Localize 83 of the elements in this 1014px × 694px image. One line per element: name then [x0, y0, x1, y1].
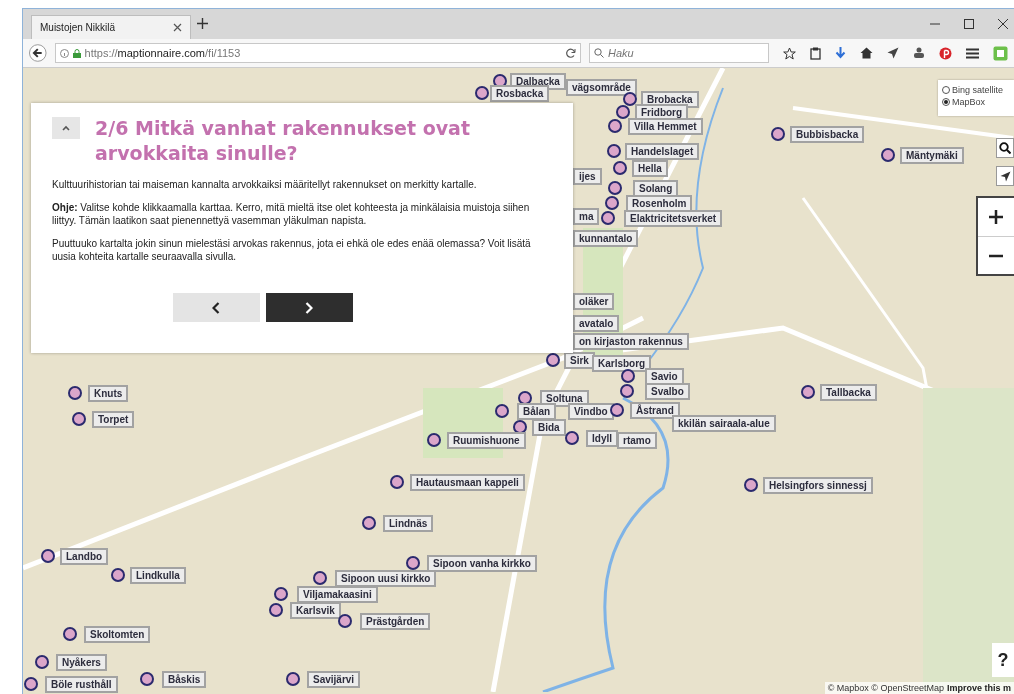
- locate-button[interactable]: [996, 166, 1014, 186]
- marker-label[interactable]: Lindkulla: [130, 567, 186, 584]
- marker-label[interactable]: Mäntymäki: [900, 147, 964, 164]
- marker-label[interactable]: Ruumishuone: [447, 432, 526, 449]
- marker-label[interactable]: Helsingfors sinnessj: [763, 477, 873, 494]
- send-icon[interactable]: [887, 47, 899, 59]
- marker-label[interactable]: Hella: [632, 160, 668, 177]
- marker-label[interactable]: Handelslaget: [625, 143, 700, 160]
- marker-label[interactable]: Viljamakaasini: [297, 586, 378, 603]
- close-icon[interactable]: [173, 23, 182, 32]
- marker-label[interactable]: kunnantalo: [573, 230, 639, 247]
- marker-label[interactable]: Idyll: [586, 430, 618, 447]
- marker-label[interactable]: Vindbo: [568, 403, 614, 420]
- menu-icon[interactable]: [966, 47, 979, 59]
- browser-tab[interactable]: Muistojen Nikkilä: [31, 15, 191, 39]
- plus-icon[interactable]: [197, 18, 208, 29]
- marker-label[interactable]: Tallbacka: [820, 384, 877, 401]
- marker-label[interactable]: on kirjaston rakennus: [573, 333, 689, 350]
- marker-label[interactable]: Skoltomten: [84, 626, 151, 643]
- search-icon: [999, 142, 1011, 154]
- improve-map-link[interactable]: Improve this m: [947, 683, 1011, 693]
- marker-label[interactable]: Villa Hemmet: [628, 118, 703, 135]
- marker-label[interactable]: Sirk: [564, 352, 595, 369]
- radio-button[interactable]: [942, 98, 950, 106]
- home-icon[interactable]: [860, 47, 873, 59]
- marker-label[interactable]: Savijärvi: [307, 671, 361, 688]
- question-title: 2/6 Mitkä vanhat rakennukset ovat arvokkaita sinulle?: [95, 116, 471, 166]
- star-icon[interactable]: [783, 46, 796, 60]
- marker-label[interactable]: Elaktricitetsverket: [624, 210, 723, 227]
- download-icon[interactable]: [835, 46, 846, 60]
- marker-label[interactable]: rtamo: [617, 432, 657, 449]
- marker-label[interactable]: vägsområde: [566, 79, 637, 96]
- maximize-icon[interactable]: [964, 19, 974, 29]
- chevron-left-icon: [212, 301, 220, 314]
- marker-label[interactable]: Hautausmaan kappeli: [410, 474, 525, 491]
- info-icon[interactable]: [59, 48, 69, 58]
- layer-label: MapBox: [952, 97, 986, 107]
- search-field[interactable]: Haku: [589, 43, 769, 63]
- marker-label[interactable]: Nyåkers: [56, 654, 107, 671]
- marker-label[interactable]: Landbo: [60, 548, 109, 565]
- instruction-text: Kulttuurihistorian tai maiseman kannalta arvokkaiksi määritellyt rakennukset on merkitty kartalle.: [52, 178, 478, 191]
- marker-label[interactable]: Bida: [532, 419, 566, 436]
- pin-icon[interactable]: [939, 46, 952, 60]
- map-attribution: © Mapbox © OpenStreetMap: [827, 683, 944, 693]
- next-button[interactable]: [265, 293, 353, 322]
- marker-label[interactable]: Rosbacka: [490, 85, 550, 102]
- help-button[interactable]: ?: [992, 643, 1014, 677]
- marker-label[interactable]: Åstrand: [630, 402, 680, 419]
- layer-label: Bing satellite: [952, 85, 1004, 95]
- marker-label[interactable]: avatalo: [573, 315, 620, 332]
- marker-label[interactable]: Lindnäs: [383, 515, 434, 532]
- marker-label[interactable]: Torpet: [92, 411, 135, 428]
- marker-label[interactable]: Bålan: [517, 403, 557, 420]
- send-icon: [999, 170, 1011, 182]
- search-button[interactable]: [996, 138, 1014, 158]
- marker-label[interactable]: Karlsborg: [592, 355, 652, 372]
- search-icon: [594, 48, 604, 58]
- marker-label[interactable]: Båskis: [162, 671, 207, 688]
- reload-icon[interactable]: [566, 48, 576, 58]
- marker-label[interactable]: ijes: [573, 168, 602, 185]
- marker-label[interactable]: Svalbo: [645, 383, 690, 400]
- marker-label[interactable]: oläker: [573, 293, 615, 310]
- marker-label[interactable]: kkilän sairaala-alue: [672, 415, 776, 432]
- map-marker-icon[interactable]: [616, 105, 630, 119]
- minus-icon: [989, 253, 1003, 258]
- marker-label[interactable]: Bubbisbacka: [790, 126, 865, 143]
- marker-label[interactable]: Böle rusthåll: [45, 676, 118, 693]
- close-icon[interactable]: [998, 19, 1008, 29]
- lock-icon[interactable]: [72, 48, 81, 58]
- back-icon[interactable]: [29, 44, 47, 62]
- marker-label[interactable]: Karlsvik: [290, 602, 341, 619]
- clipboard-icon[interactable]: [810, 46, 821, 60]
- chevron-right-icon: [305, 301, 313, 314]
- marker-label[interactable]: Knuts: [88, 385, 129, 402]
- instruction-text: Ohje: Valitse kohde klikkaamalla karttaa. Kerro, mitä mieltä itse olet kohteesta ja minkälaisia muistoja siihen liittyy. Tämän laatikon saat pienennettyä vasemman yläkulman napista.: [52, 201, 531, 227]
- marker-label[interactable]: Sipoon uusi kirkko: [335, 570, 437, 587]
- plus-icon: [989, 210, 1003, 224]
- instruction-text: Puuttuuko kartalta jokin sinun mielestäsi arvokas rakennus, jota ei ehkä ole edes enää olemassa? Voit lisätä uusia kohteita kartalle seuraavalla sivulla.: [52, 237, 532, 263]
- marker-label[interactable]: ma: [573, 208, 600, 225]
- address-bar[interactable]: https://maptionnaire.com/fi/1153: [54, 43, 581, 63]
- caret-up-icon: [62, 125, 70, 131]
- marker-label[interactable]: Sipoon vanha kirkko: [427, 555, 537, 572]
- marker-label[interactable]: Prästgården: [360, 613, 431, 630]
